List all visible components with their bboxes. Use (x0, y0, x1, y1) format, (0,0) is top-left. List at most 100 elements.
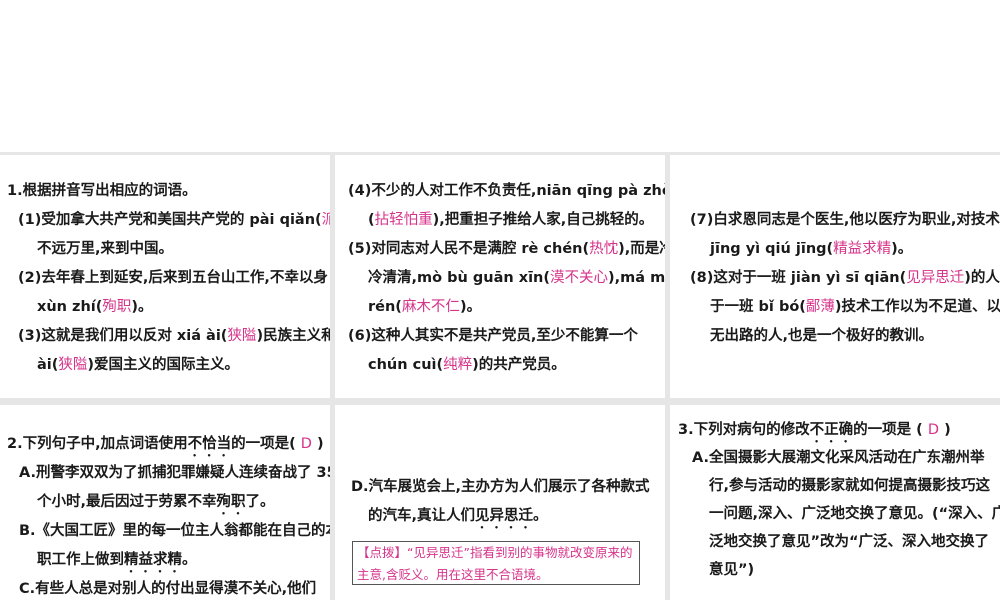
text-line: 泛地交换了意见”改为“广泛、深入地交换了 (709, 532, 989, 552)
text-segment: )的人,对 (964, 270, 1000, 286)
text-segment: )爱国主义的国际主义。 (87, 357, 240, 373)
answer-text: 殉职 (102, 299, 132, 315)
text-line: 于一班 bǐ bó(鄙薄)技术工作以为不足道、以为 (710, 297, 1000, 317)
answer-text: 鄙薄 (805, 299, 835, 315)
text-segment: (8)这对于一班 jiàn yì sī qiān( (690, 270, 907, 286)
text-segment: 于一班 bǐ bó( (710, 299, 806, 315)
text-line: 冷清清,mò bù guān xīn(漠不关心),má mù bù (368, 268, 665, 288)
answer-text: 见异思迁 (906, 270, 965, 286)
emphasized-word: 殉职 (216, 494, 246, 510)
text-line: 意见”) (709, 560, 754, 580)
text-segment: (1)受加拿大共产党和美国共产党的 pài qiǎn( (18, 212, 322, 228)
text-segment: 冷清清,mò bù guān xīn( (368, 270, 551, 286)
hint-box: 【点拨】“见异思迁”指看到别的事物就改变原来的主意,含贬义。用在这里不合语境。 (352, 541, 640, 585)
text-segment: chún cuì( (368, 357, 444, 373)
card-q1-part1: 1.根据拼音写出相应的词语。 (1)受加拿大共产党和美国共产党的 pài qiǎn… (0, 155, 330, 398)
text-line: (5)对同志对人民不是满腔 rè chén(热忱),而是冷 (348, 239, 665, 259)
text-segment: 1.根据拼音写出相应的词语。 (7, 183, 197, 199)
text-line: (7)白求恩同志是个医生,他以医疗为职业,对技术 (690, 210, 1000, 230)
text-segment: )。 (891, 241, 913, 257)
text-segment: 的汽车,真让人们 (368, 508, 476, 524)
text-segment: (2)去年春上到延安,后来到五台山工作,不幸以身 (18, 270, 328, 286)
text-segment: 意见”) (709, 562, 755, 578)
card-q2-option-d: 【点拨】“见异思迁”指看到别的事物就改变原来的主意,含贬义。用在这里不合语境。 … (335, 405, 665, 600)
text-line: 一问题,深入、广泛地交换了意见。(“深入、广 (709, 504, 1000, 524)
text-segment: 2.下列句子中,加点词语使用 (7, 436, 188, 452)
text-segment: (5)对同志对人民不是满腔 rè chén( (348, 241, 590, 257)
text-segment: B.《大国工匠》里的每一位主人翁都能在自己的本 (19, 523, 330, 539)
text-segment: (4)不少的人对工作不负责任,niān qīng pà zhòng (348, 183, 665, 199)
text-segment: )。 (459, 299, 482, 315)
text-segment: ài( (37, 357, 59, 373)
text-segment: )技术工作以为不足道、以为 (834, 299, 1000, 315)
text-line: (6)这种人其实不是共产党员,至少不能算一个 (348, 326, 638, 346)
text-segment: 无出路的人,也是一个极好的教训。 (710, 328, 934, 344)
card-q1-part2: (4)不少的人对工作不负责任,niān qīng pà zhòng (拈轻怕重),… (335, 155, 665, 398)
text-segment: )的共产党员。 (472, 357, 566, 373)
text-segment: 个小时,最后因过于劳累不幸 (37, 494, 217, 510)
text-line: 职工作上做到精益求精。 (37, 550, 197, 576)
answer-text: D (927, 422, 940, 438)
text-segment: )民族主义和 xiá (256, 328, 330, 344)
answer-text: 麻木不仁 (401, 299, 460, 315)
text-line: 的汽车,真让人们见异思迁。 (368, 506, 548, 532)
text-segment: (7)白求恩同志是个医生,他以医疗为职业,对技术 (690, 212, 1000, 228)
text-line: 1.根据拼音写出相应的词语。 (7, 181, 197, 201)
answer-text: D (300, 436, 312, 452)
text-line: (1)受加拿大共产党和美国共产党的 pài qiǎn(派遣), (18, 210, 330, 230)
text-segment: 3.下列对病句的修改 (678, 422, 810, 438)
text-line: A.全国摄影大展潮文化采风活动在广东潮州举 (692, 448, 985, 468)
text-segment: 的一项是( (231, 436, 301, 452)
text-line: C.有些人总是对别人的付出显得漠不关心,他们 (19, 579, 316, 599)
text-segment: ),而是冷 (618, 241, 665, 257)
text-segment: ) (311, 436, 324, 452)
text-line: 2.下列句子中,加点词语使用不恰当的一项是( D ) (7, 434, 324, 460)
emphasized-word: 精益求精 (124, 552, 182, 568)
text-line: ài(狭隘)爱国主义的国际主义。 (37, 355, 239, 375)
text-segment: A.全国摄影大展潮文化采风活动在广东潮州举 (692, 450, 985, 466)
text-segment: 泛地交换了意见”改为“广泛、深入地交换了 (709, 534, 990, 550)
text-line: (3)这就是我们用以反对 xiá ài(狭隘)民族主义和 xiá (18, 326, 330, 346)
text-line: (2)去年春上到延安,后来到五台山工作,不幸以身 (18, 268, 328, 288)
answer-text: 派遣 (321, 212, 330, 228)
text-segment: ),把重担子推给人家,自己挑轻的。 (432, 212, 654, 228)
text-segment: ),má mù bù (608, 270, 665, 286)
answer-text: 狭隘 (227, 328, 257, 344)
text-segment: 了。 (245, 494, 275, 510)
text-line: chún cuì(纯粹)的共产党员。 (368, 355, 566, 375)
text-line: (8)这对于一班 jiàn yì sī qiān(见异思迁)的人,对 (690, 268, 1000, 288)
text-segment: 一问题,深入、广泛地交换了意见。(“深入、广 (709, 506, 1000, 522)
text-line: D.汽车展览会上,主办方为人们展示了各种款式 (351, 477, 650, 497)
emphasized-word: 不恰当 (187, 436, 232, 452)
text-segment: 的一项是 ( (853, 422, 928, 438)
text-segment: (6)这种人其实不是共产党员,至少不能算一个 (348, 328, 638, 344)
text-segment: ) (939, 422, 951, 438)
text-segment: (3)这就是我们用以反对 xiá ài( (18, 328, 228, 344)
text-segment: 行,参与活动的摄影家就如何提高摄影技巧这 (709, 478, 991, 494)
card-q3: 3.下列对病句的修改不正确的一项是 ( D ) A.全国摄影大展潮文化采风活动在广… (670, 405, 1000, 600)
text-segment: jīng yì qiú jīng( (710, 241, 834, 257)
text-segment: C.有些人总是对别人的付出显得漠不关心,他们 (19, 581, 317, 597)
answer-text: 漠不关心 (550, 270, 609, 286)
text-line: 行,参与活动的摄影家就如何提高摄影技巧这 (709, 476, 990, 496)
answer-text: 热忱 (589, 241, 619, 257)
text-segment: ( (368, 212, 375, 228)
answer-text: 纯粹 (443, 357, 473, 373)
answer-text: 拈轻怕重 (374, 212, 433, 228)
text-segment: )。 (131, 299, 153, 315)
text-segment: 职工作上做到 (37, 552, 124, 568)
text-line: xùn zhí(殉职)。 (37, 297, 153, 317)
text-line: A.刑警李双双为了抓捕犯罪嫌疑人连续奋战了 35 (19, 463, 330, 483)
emphasized-word: 不正确 (809, 422, 854, 438)
text-line: rén(麻木不仁)。 (368, 297, 481, 317)
text-segment: 。 (533, 508, 548, 524)
text-line: 不远万里,来到中国。 (37, 239, 173, 259)
text-segment: D.汽车展览会上,主办方为人们展示了各种款式 (351, 479, 650, 495)
text-line: jīng yì qiú jīng(精益求精)。 (710, 239, 912, 259)
text-segment: xùn zhí( (37, 299, 103, 315)
card-q2: 2.下列句子中,加点词语使用不恰当的一项是( D ) A.刑警李双双为了抓捕犯罪嫌… (0, 405, 330, 600)
answer-text: 精益求精 (833, 241, 892, 257)
text-line: B.《大国工匠》里的每一位主人翁都能在自己的本 (19, 521, 330, 541)
blank-header-area (0, 0, 1000, 152)
text-line: (4)不少的人对工作不负责任,niān qīng pà zhòng (348, 181, 665, 201)
